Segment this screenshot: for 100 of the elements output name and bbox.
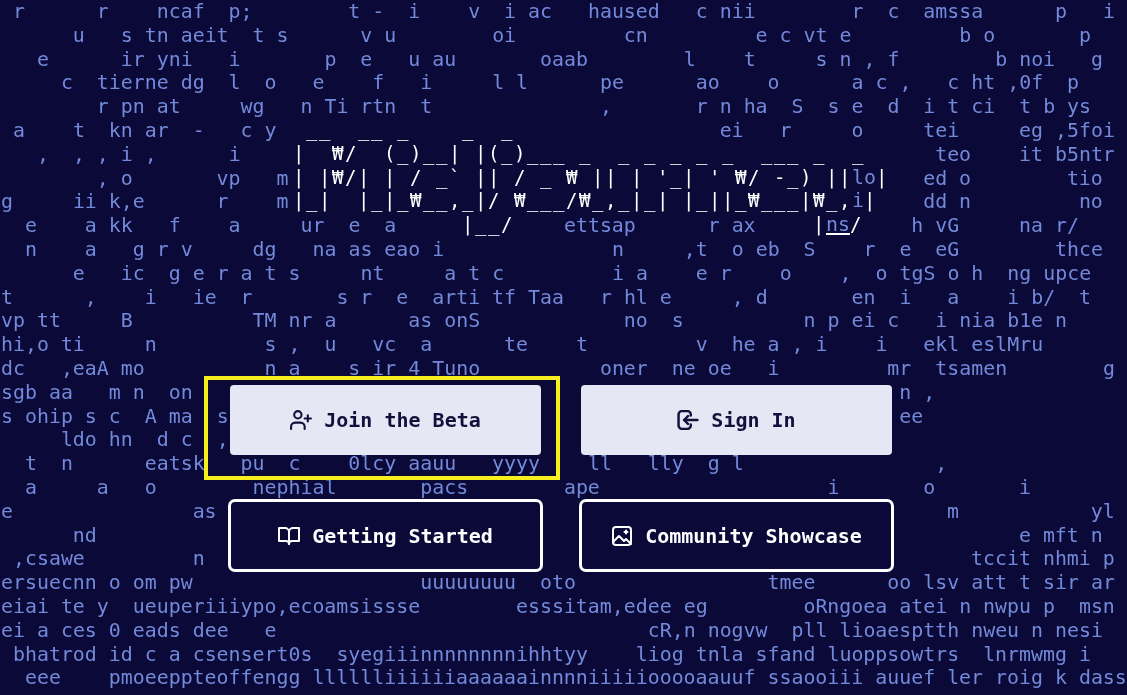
rain-text: s bbox=[827, 95, 840, 119]
rain-text: ne bbox=[671, 356, 696, 380]
rain-text: u bbox=[384, 23, 397, 47]
rain-text: ,t bbox=[683, 237, 708, 261]
rain-text: t bbox=[252, 23, 265, 47]
rain-text: s bbox=[276, 23, 289, 47]
rain-text: i bbox=[767, 356, 780, 380]
rain-text: tmee bbox=[767, 571, 816, 595]
rain-text: on bbox=[168, 380, 193, 404]
rain-text: y bbox=[264, 119, 277, 142]
rain-text: r bbox=[863, 237, 876, 261]
rain-text: o bbox=[767, 71, 780, 95]
sign-in-button[interactable]: Sign In bbox=[581, 385, 892, 455]
rain-text: ei bbox=[1, 618, 25, 642]
rain-text: n bbox=[60, 452, 73, 476]
rain-text: r bbox=[96, 0, 109, 23]
rain-text: , bbox=[791, 333, 804, 357]
rain-text: e bbox=[1, 499, 13, 523]
rain-text: nesi bbox=[1055, 618, 1103, 642]
rain-text: n bbox=[1055, 309, 1068, 333]
rain-text: syegiiinnnnnnnnihhtyy bbox=[336, 642, 588, 666]
rain-text: att bbox=[971, 571, 1008, 595]
rain-text: vp bbox=[216, 166, 241, 190]
rain-text: c bbox=[144, 642, 157, 666]
ascii-logo-text: | bbox=[875, 166, 889, 188]
rain-text: eatsk bbox=[144, 452, 205, 476]
rain-text: n bbox=[803, 309, 816, 333]
rain-text: ler bbox=[947, 666, 984, 690]
rain-text: nt bbox=[360, 261, 385, 285]
rain-text: d bbox=[755, 285, 768, 309]
rain-text: s bbox=[84, 404, 97, 428]
rain-text: n bbox=[144, 333, 157, 357]
rain-text: t bbox=[72, 119, 85, 142]
rain-text: i bbox=[228, 47, 241, 71]
rain-text: eslMru bbox=[971, 333, 1044, 357]
rain-text: e bbox=[360, 47, 373, 71]
rain-text: no bbox=[623, 309, 648, 333]
rain-text: vp bbox=[1, 309, 25, 333]
rain-text: yni bbox=[156, 47, 193, 71]
rain-text: ar bbox=[144, 119, 169, 142]
rain-text: pmoeeppteoffengg bbox=[108, 666, 301, 690]
rain-text: t bbox=[420, 95, 433, 119]
rain-text: t bbox=[1019, 95, 1032, 119]
rain-text: ic bbox=[120, 261, 145, 285]
rain-text: pw bbox=[168, 571, 193, 595]
rain-text: dd bbox=[923, 190, 948, 214]
rain-text: c bbox=[779, 23, 792, 47]
rain-text: tnla bbox=[695, 642, 744, 666]
rain-text: tt bbox=[36, 309, 61, 333]
rain-text: a bbox=[288, 356, 301, 380]
rain-text: nia bbox=[959, 309, 996, 333]
rain-text: n bbox=[899, 380, 912, 404]
rain-text: oner bbox=[599, 356, 648, 380]
rain-text: tierne bbox=[96, 71, 169, 95]
rain-text: na bbox=[312, 237, 337, 261]
showcase-button[interactable]: Community Showcase bbox=[579, 499, 894, 572]
rain-text: a bbox=[851, 71, 864, 95]
rain-text: aauu bbox=[408, 452, 457, 476]
rain-text: ldo bbox=[60, 428, 97, 452]
rain-text: cR,n bbox=[647, 618, 696, 642]
rain-text: i bbox=[611, 261, 624, 285]
arrow-into-box-icon bbox=[677, 410, 700, 430]
rain-text: o bbox=[779, 261, 792, 285]
rain-text: , bbox=[216, 428, 229, 452]
rain-text: pacs bbox=[420, 475, 469, 499]
rain-text: eb bbox=[755, 237, 780, 261]
rain-text: t bbox=[264, 261, 277, 285]
rain-text: TM bbox=[252, 309, 277, 333]
rain-text: a bbox=[444, 261, 457, 285]
rain-text: 0 bbox=[108, 618, 121, 642]
rain-text: oaab bbox=[540, 47, 588, 71]
ascii-logo-text: __ __ _ _ _ bbox=[306, 119, 514, 140]
rain-text: nii bbox=[719, 0, 756, 23]
rain-text: lnrmwmg bbox=[983, 642, 1067, 666]
rain-text: p bbox=[827, 309, 840, 333]
getting-started-button[interactable]: Getting Started bbox=[228, 499, 543, 572]
rain-text: u bbox=[72, 23, 85, 47]
rain-text: ax bbox=[731, 214, 756, 238]
rain-text: ohip bbox=[24, 404, 73, 428]
join-beta-button[interactable]: Join the Beta bbox=[230, 385, 541, 455]
rain-text: , bbox=[84, 285, 97, 309]
rain-text: f bbox=[372, 71, 385, 95]
rain-text: tccit bbox=[971, 547, 1031, 571]
rain-text: arti bbox=[432, 285, 481, 309]
rain-text: tio bbox=[1066, 166, 1103, 190]
rain-text: u bbox=[408, 47, 421, 71]
rain-text: i bbox=[120, 142, 133, 166]
rain-text: S bbox=[803, 237, 816, 261]
rain-text: haused bbox=[587, 0, 660, 23]
rain-text: no bbox=[1078, 190, 1103, 214]
rain-text: noi bbox=[1019, 47, 1056, 71]
rain-text: eg bbox=[1019, 119, 1044, 142]
rain-text: A bbox=[144, 404, 157, 428]
rain-text: ei bbox=[719, 119, 744, 142]
rain-text: p bbox=[1102, 547, 1115, 571]
rain-text: i bbox=[228, 142, 241, 166]
rain-text: d bbox=[887, 95, 900, 119]
rain-text: tei bbox=[923, 119, 960, 142]
rain-text: ht bbox=[971, 71, 996, 95]
rain-text: na bbox=[1019, 214, 1044, 238]
